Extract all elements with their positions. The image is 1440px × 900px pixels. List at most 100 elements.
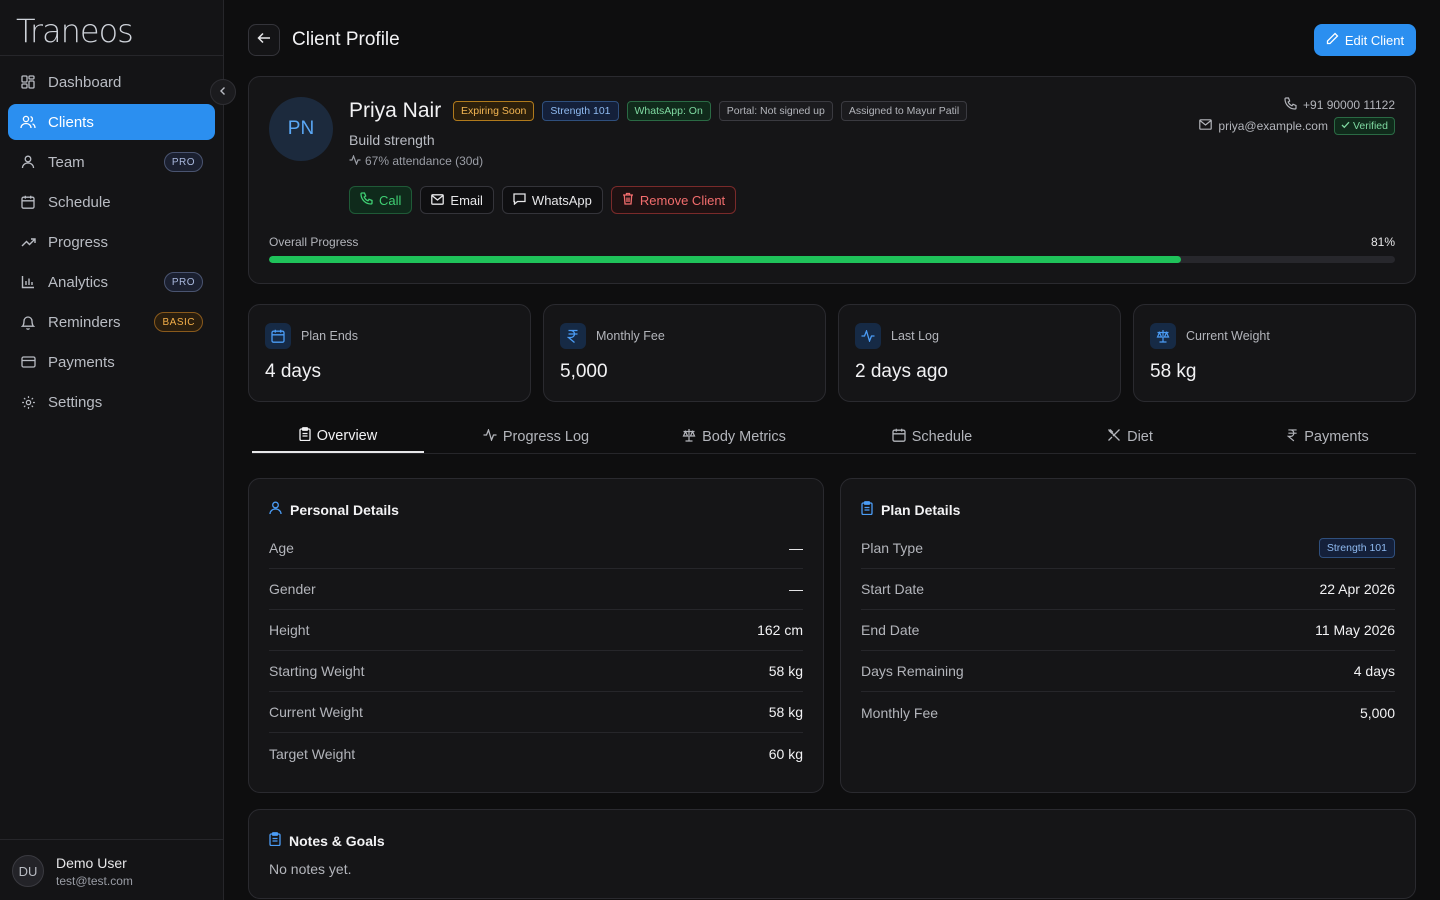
- sidebar-item-label: Progress: [48, 233, 109, 251]
- sidebar-item-analytics[interactable]: Analytics PRO: [8, 264, 215, 300]
- remove-client-button[interactable]: Remove Client: [610, 186, 737, 214]
- trending-up-icon: [20, 234, 36, 250]
- detail-key: Plan Type: [861, 540, 924, 556]
- contact-actions: Call Email WhatsApp Remove Client: [349, 186, 737, 214]
- detail-row-target-weight: Target Weight 60 kg: [269, 733, 803, 774]
- email-address[interactable]: priya@example.com: [1218, 119, 1328, 133]
- calendar-icon: [265, 323, 291, 349]
- utensils-icon: [1107, 428, 1121, 446]
- portal-badge: Portal: Not signed up: [718, 101, 833, 121]
- verified-badge: Verified: [1333, 117, 1395, 135]
- avatar: DU: [12, 855, 44, 887]
- status-badge-expiring: Expiring Soon: [453, 101, 535, 121]
- client-status-chips: Expiring Soon Strength 101 WhatsApp: On …: [453, 101, 968, 121]
- tab-payments[interactable]: Payments: [1242, 420, 1414, 453]
- attendance-text: 67% attendance (30d): [365, 154, 484, 168]
- tab-schedule[interactable]: Schedule: [846, 420, 1018, 453]
- stat-card-current-weight: Current Weight 58 kg: [1133, 304, 1416, 402]
- mail-icon: [431, 193, 445, 208]
- sidebar-item-dashboard[interactable]: Dashboard: [8, 64, 215, 100]
- section-title: Personal Details: [290, 501, 399, 518]
- clipboard-icon: [299, 426, 311, 445]
- detail-row-monthly-fee: Monthly Fee 5,000: [861, 692, 1395, 733]
- sidebar: Traneos Dashboard Clients Team PRO Sched…: [0, 0, 224, 900]
- plan-details-title: Plan Details: [861, 501, 960, 518]
- sidebar-item-label: Team: [48, 153, 85, 171]
- remove-client-label: Remove Client: [639, 192, 726, 208]
- tab-label: Body Metrics: [702, 428, 786, 445]
- client-email: priya@example.com Verified: [1199, 117, 1395, 135]
- phone-icon: [360, 192, 373, 208]
- stat-label: Current Weight: [1186, 329, 1270, 343]
- stat-card-monthly-fee: Monthly Fee 5,000: [543, 304, 826, 402]
- detail-key: End Date: [861, 622, 920, 638]
- tab-progress-log[interactable]: Progress Log: [450, 420, 622, 453]
- stat-label: Plan Ends: [301, 329, 358, 343]
- tab-overview[interactable]: Overview: [252, 420, 424, 453]
- verified-label: Verified: [1352, 120, 1388, 132]
- edit-client-button[interactable]: Edit Client: [1314, 24, 1416, 56]
- detail-value: 58 kg: [768, 663, 803, 679]
- stat-value: 5,000: [560, 361, 608, 382]
- call-button[interactable]: Call: [349, 186, 413, 214]
- sidebar-item-payments[interactable]: Payments: [8, 344, 215, 380]
- detail-row-end-date: End Date 11 May 2026: [861, 610, 1395, 651]
- chevron-left-icon: [219, 83, 227, 101]
- sidebar-item-label: Analytics: [48, 273, 109, 291]
- email-button[interactable]: Email: [420, 186, 494, 214]
- detail-value: —: [789, 581, 803, 597]
- rupee-icon: [560, 323, 586, 349]
- credit-card-icon: [20, 354, 36, 370]
- sidebar-item-clients[interactable]: Clients: [8, 104, 215, 140]
- clipboard-icon: [269, 832, 281, 849]
- activity-icon: [855, 323, 881, 349]
- overall-progress-fill: [269, 256, 1182, 263]
- sidebar-item-schedule[interactable]: Schedule: [8, 184, 215, 220]
- client-profile-card: PN Priya Nair Expiring Soon Strength 101…: [248, 76, 1416, 284]
- phone-icon: [1284, 97, 1297, 113]
- stat-card-last-log: Last Log 2 days ago: [838, 304, 1121, 402]
- phone-number: +91 90000 11122: [1303, 98, 1395, 112]
- whatsapp-button[interactable]: WhatsApp: [501, 186, 603, 214]
- activity-icon: [483, 427, 497, 445]
- scale-icon: [682, 428, 696, 446]
- detail-row-current-weight: Current Weight 58 kg: [269, 692, 803, 733]
- calendar-icon: [20, 194, 36, 210]
- client-phone[interactable]: +91 90000 11122: [1284, 97, 1395, 113]
- sidebar-item-label: Settings: [48, 393, 103, 411]
- tab-label: Progress Log: [502, 428, 590, 445]
- client-goal: Build strength: [349, 132, 435, 148]
- plan-badge: Strength 101: [542, 101, 619, 121]
- detail-key: Start Date: [861, 581, 925, 597]
- collapse-sidebar-button[interactable]: [210, 79, 236, 105]
- sidebar-item-progress[interactable]: Progress: [8, 224, 215, 260]
- bar-chart-icon: [20, 274, 36, 290]
- detail-key: Target Weight: [269, 745, 356, 762]
- stat-card-plan-ends: Plan Ends 4 days: [248, 304, 531, 402]
- detail-row-height: Height 162 cm: [269, 610, 803, 651]
- user-profile[interactable]: DU Demo User test@test.com: [0, 839, 223, 900]
- detail-value: 58 kg: [768, 704, 803, 720]
- clipboard-icon: [861, 501, 873, 518]
- user-email: test@test.com: [56, 874, 133, 888]
- app-logo[interactable]: Traneos: [16, 12, 134, 50]
- back-button[interactable]: [248, 24, 280, 56]
- detail-key: Current Weight: [269, 704, 363, 720]
- detail-value: 162 cm: [757, 622, 803, 638]
- sidebar-item-team[interactable]: Team PRO: [8, 144, 215, 180]
- sidebar-item-reminders[interactable]: Reminders BASIC: [8, 304, 215, 340]
- basic-badge: BASIC: [154, 312, 203, 332]
- detail-value: 22 Apr 2026: [1319, 581, 1395, 597]
- notes-goals-card: Notes & Goals No notes yet.: [248, 809, 1416, 899]
- attendance-summary: 67% attendance (30d): [349, 154, 483, 168]
- tab-label: Overview: [316, 427, 378, 444]
- arrow-left-icon: [257, 31, 271, 49]
- sidebar-item-settings[interactable]: Settings: [8, 384, 215, 420]
- client-avatar: PN: [269, 97, 333, 161]
- tab-diet[interactable]: Diet: [1044, 420, 1216, 453]
- overall-progress-percent: 81%: [1370, 235, 1395, 249]
- client-tabs: Overview Progress Log Body Metrics Sched…: [252, 420, 1416, 454]
- tab-body-metrics[interactable]: Body Metrics: [648, 420, 820, 453]
- users-icon: [20, 114, 36, 130]
- bell-icon: [20, 314, 36, 330]
